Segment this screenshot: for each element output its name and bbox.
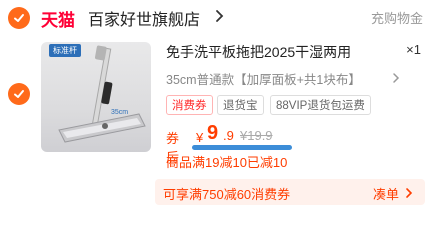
price-currency: ¥: [196, 130, 204, 145]
store-select-checkbox[interactable]: [8, 7, 30, 29]
product-image[interactable]: 标准杆 35cm: [41, 42, 151, 152]
recharge-link[interactable]: 充购物金: [371, 8, 423, 27]
price-decimal: .9: [223, 128, 234, 143]
coupon-offer-bar[interactable]: 可享满750减60消费券 凑单: [155, 179, 425, 205]
tag-88vip: 88VIP退货包运费: [270, 95, 371, 115]
chevron-right-icon[interactable]: [392, 72, 400, 84]
original-price: ¥19.9: [240, 128, 273, 143]
product-title[interactable]: 免手洗平板拖把2025干湿两用: [166, 42, 351, 62]
check-icon: [14, 14, 24, 22]
highlight-underline: [192, 145, 292, 150]
store-header: 天猫 百家好世旗舰店 充购物金: [0, 0, 433, 36]
price-integer: 9: [207, 122, 219, 144]
coupon-offer-text: 可享满750减60消费券: [163, 187, 291, 202]
chevron-right-icon[interactable]: [405, 187, 413, 199]
tag-coupon: 消费券: [166, 95, 213, 115]
item-select-checkbox[interactable]: [8, 83, 30, 105]
store-name-link[interactable]: 百家好世旗舰店: [88, 6, 200, 30]
mop-illustration: 35cm: [58, 45, 146, 143]
tmall-logo: 天猫: [41, 11, 75, 30]
sku-selector[interactable]: 35cm普通款【加厚面板+共1块布】: [166, 69, 361, 88]
quantity[interactable]: ×1: [406, 42, 421, 57]
svg-text:35cm: 35cm: [111, 109, 128, 116]
add-on-button[interactable]: 凑单: [373, 184, 399, 203]
tag-return-insurance: 退货宝: [217, 95, 264, 115]
chevron-right-icon[interactable]: [215, 9, 225, 23]
check-icon: [14, 90, 24, 98]
promo-text: 商品满19减10已减10: [166, 155, 288, 170]
